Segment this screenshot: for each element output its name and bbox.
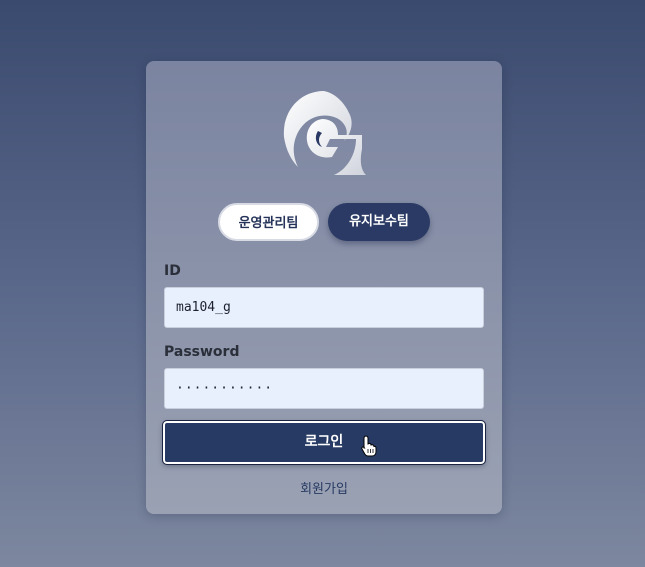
login-card: 운영관리팀 유지보수팀 ID ma104_g Password ········… <box>146 61 502 514</box>
wave-logo-icon <box>278 85 370 177</box>
password-label: Password <box>164 344 240 360</box>
signup-link[interactable]: 회원가입 <box>146 478 502 497</box>
login-button[interactable]: 로그인 <box>162 420 486 465</box>
maintenance-team-button[interactable]: 유지보수팀 <box>328 203 430 241</box>
password-input[interactable]: ··········· <box>164 368 484 409</box>
team-toggle: 운영관리팀 유지보수팀 <box>218 203 432 243</box>
hand-pointer-icon <box>361 435 377 457</box>
id-input[interactable]: ma104_g <box>164 287 484 328</box>
id-label: ID <box>164 263 181 279</box>
operations-team-button[interactable]: 운영관리팀 <box>218 203 319 241</box>
